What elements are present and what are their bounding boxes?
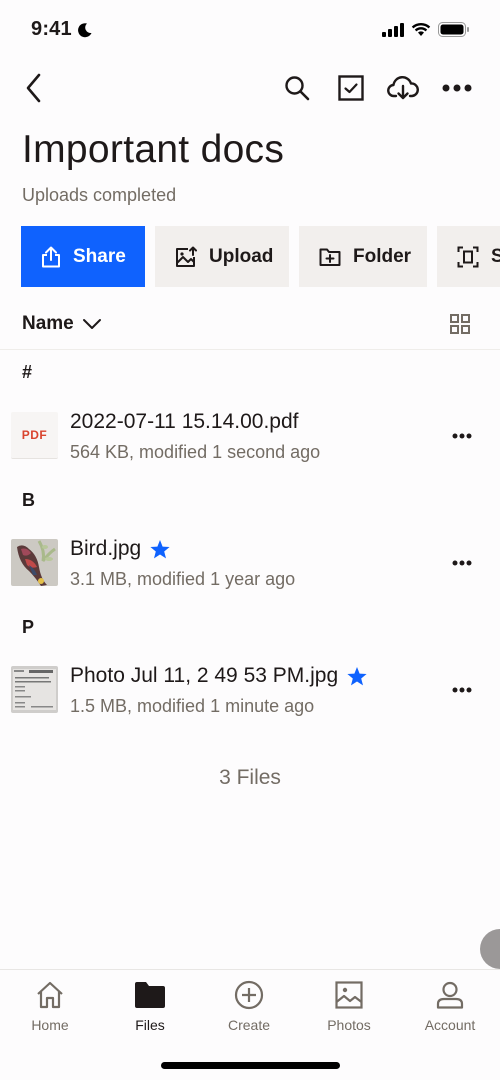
file-name-text: 2022-07-11 15.14.00.pdf [70,410,299,433]
wifi-icon [411,22,431,36]
tab-label: Create [227,1017,271,1033]
signal-icon [382,22,404,37]
page-subtitle: Uploads completed [22,185,177,205]
file-name: Bird.jpg [70,537,171,561]
back-button[interactable] [18,62,50,114]
sort-row: Name [0,300,500,350]
scan-button[interactable]: Scan [437,226,500,287]
sort-label: Name [22,313,74,334]
file-meta: 564 KB, modified 1 second ago [70,442,321,462]
file-row[interactable]: Bird.jpg 3.1 MB, modified 1 year ago [0,529,500,599]
pdf-thumbnail: PDF [11,412,58,459]
tab-home[interactable]: Home [0,970,100,1045]
tab-label: Files [135,1017,165,1033]
chevron-down-icon [82,319,101,329]
tab-label: Home [31,1017,69,1033]
select-button[interactable] [334,62,368,114]
file-meta: 1.5 MB, modified 1 minute ago [70,696,315,716]
bird-image [11,539,58,586]
file-name-text: Bird.jpg [70,537,142,560]
file-name: 2022-07-11 15.14.00.pdf [70,410,298,434]
plus-circle-icon [234,980,264,1010]
more-horizontal-icon [452,560,472,566]
scroll-handle[interactable] [480,929,500,969]
file-row[interactable]: Photo Jul 11, 2 49 53 PM.jpg 1.5 MB, mod… [0,656,500,726]
file-row[interactable]: PDF 2022-07-11 15.14.00.pdf 564 KB, modi… [0,402,500,472]
status-bar: 9:41 [0,0,500,60]
folder-plus-icon [319,248,341,266]
navigation-bar [0,62,500,114]
scan-icon [457,246,479,267]
folder-icon [135,982,165,1008]
file-more-button[interactable] [450,551,474,575]
action-buttons-row: Share Upload Folder Scan [21,226,500,287]
tab-files[interactable]: Files [100,970,200,1045]
tab-photos[interactable]: Photos [299,970,399,1045]
chevron-left-icon [26,73,41,103]
battery-icon [438,22,469,37]
upload-button-label: Upload [209,245,274,267]
share-upload-icon [42,246,60,267]
file-name-text: Photo Jul 11, 2 49 53 PM.jpg [70,664,339,687]
status-indicators [382,22,470,37]
tab-account[interactable]: Account [400,970,500,1045]
file-more-button[interactable] [450,424,474,448]
moon-icon [78,23,92,38]
cloud-download-icon [387,76,419,100]
star-icon [150,539,170,558]
pdf-label: PDF [21,428,48,442]
more-horizontal-icon [452,687,472,693]
grid-view-icon[interactable] [450,314,470,334]
more-options-button[interactable] [440,62,474,114]
section-header-b: B [22,490,35,510]
share-button[interactable]: Share [21,226,145,287]
tab-create[interactable]: Create [199,970,299,1045]
more-horizontal-icon [452,433,472,439]
file-name: Photo Jul 11, 2 49 53 PM.jpg [70,664,368,688]
file-more-button[interactable] [450,678,474,702]
star-icon [347,666,367,685]
section-header-hash: # [22,362,33,382]
scan-button-label: Scan [491,245,500,267]
image-upload-icon [176,246,197,267]
home-indicator [161,1062,340,1069]
file-count: 3 Files [219,766,281,789]
section-header-p: P [22,617,35,637]
search-button[interactable] [280,62,314,114]
search-icon [285,76,310,101]
photo-icon [335,981,363,1009]
offline-download-button[interactable] [385,62,421,114]
folder-button-label: Folder [353,245,412,267]
person-icon [436,981,464,1009]
tab-label: Account [424,1017,476,1033]
home-icon [37,981,63,1009]
sort-by-name-button[interactable]: Name [22,313,102,335]
receipt-photo [11,666,58,713]
status-time: 9:41 [31,18,72,40]
share-button-label: Share [73,245,126,267]
bird-image-thumbnail [11,539,58,586]
tab-label: Photos [327,1017,371,1033]
select-checkbox-icon [338,75,364,101]
receipt-photo-thumbnail [11,666,58,713]
file-meta: 3.1 MB, modified 1 year ago [70,569,296,589]
page-title: Important docs [22,128,285,171]
create-folder-button[interactable]: Folder [299,226,427,287]
more-horizontal-icon [442,84,472,92]
upload-button[interactable]: Upload [155,226,289,287]
